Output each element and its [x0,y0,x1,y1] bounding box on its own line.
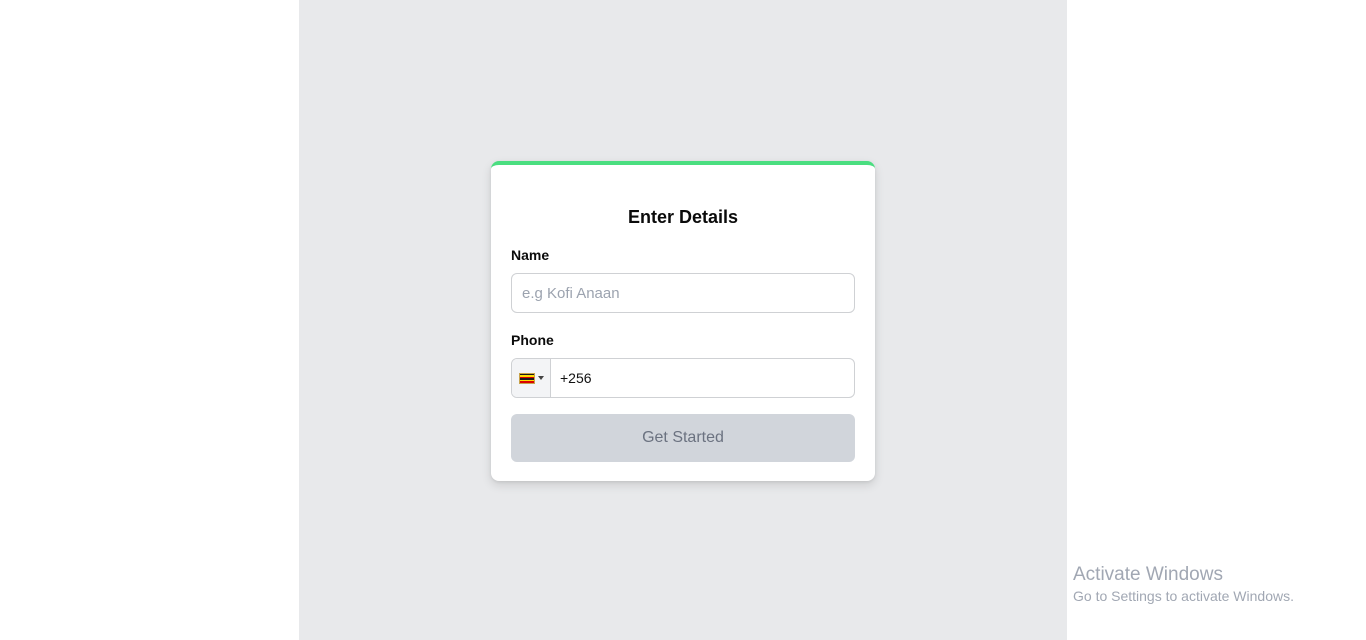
uganda-flag-icon [518,372,535,384]
get-started-button[interactable]: Get Started [511,414,855,462]
country-code-select[interactable] [512,359,551,397]
phone-label: Phone [511,332,554,348]
phone-input[interactable] [551,359,854,397]
name-label: Name [511,247,550,263]
windows-activation-watermark: Activate Windows Go to Settings to activ… [1073,564,1294,605]
watermark-title: Activate Windows [1073,564,1223,585]
form-title: Enter Details [627,207,739,227]
chevron-down-icon [537,376,544,380]
watermark-subtitle: Go to Settings to activate Windows. [1073,588,1294,604]
phone-field [511,358,855,398]
details-form-card: Enter Details Name Phone Get Started [491,161,875,481]
name-input[interactable] [511,273,855,313]
